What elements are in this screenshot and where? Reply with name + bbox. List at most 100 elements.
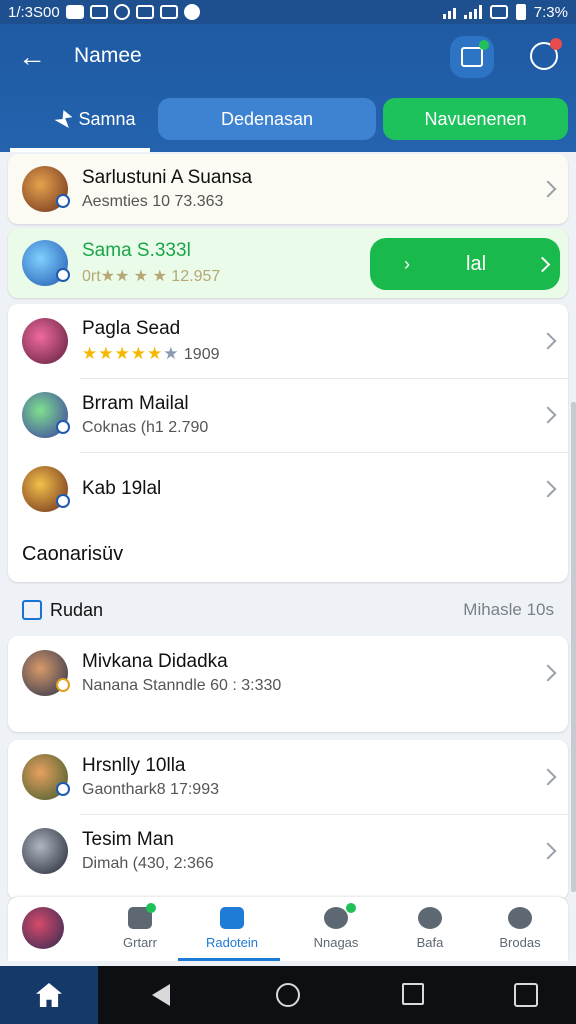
system-navigation-bar xyxy=(0,966,576,1024)
section-label: Rudan xyxy=(50,599,104,620)
back-button[interactable] xyxy=(152,984,176,1008)
list-item-text: Brram Mailal Coknas (h1 2.790 xyxy=(82,393,208,437)
list-item-name: Pagla Sead xyxy=(82,318,181,339)
list-item[interactable]: Sarlustuni A Suansa Aesmties 10 73.363 xyxy=(8,154,568,224)
blocked-notification-icon xyxy=(113,4,130,20)
list-group: Mivkana Didadka Nanana Stanndle 60 : 3:3… xyxy=(8,636,568,732)
list-item-sub: 0rt★★ ★ ★ 12.957 xyxy=(82,266,220,286)
list-item-name: Sarlustuni A Suansa xyxy=(82,167,253,188)
list-item-sub: Gaonthark8 17:993 xyxy=(82,781,219,798)
list-item-name: Sama S.333l xyxy=(82,240,191,261)
status-dot-green xyxy=(479,40,489,50)
list-item-sub: Nanana Stanndle 60 : 3:330 xyxy=(82,677,282,694)
list-item-name: Hrsnlly 10lla xyxy=(82,755,186,776)
status-bar: 1/:3S00 7:3% xyxy=(0,0,576,24)
tab-label: Dedenasan xyxy=(220,108,314,129)
tab-label: Samna xyxy=(78,108,136,129)
person-icon xyxy=(418,907,442,929)
list-item-text: Pagla Sead ★★★★★★ 1909 xyxy=(82,318,220,364)
list-item[interactable]: Brram Mailal Coknas (h1 2.790 xyxy=(8,378,568,452)
nav-item-nnagas[interactable]: Nnagas xyxy=(288,897,384,961)
chevron-right-icon xyxy=(539,180,557,198)
scrollbar[interactable] xyxy=(571,402,576,892)
photo-notification-icon xyxy=(89,5,108,19)
chevron-right-icon xyxy=(539,406,557,424)
list-item-sub: Dimah (430, 2:366 xyxy=(82,855,214,872)
wifi-icon xyxy=(442,5,456,19)
list-group: Pagla Sead ★★★★★★ 1909 Brram Mailal Cokn… xyxy=(8,304,568,582)
list-item-name: Mivkana Didadka xyxy=(82,651,228,672)
list-group: Hrsnlly 10lla Gaonthark8 17:993 Tesim Ma… xyxy=(8,740,568,897)
list-item-sub: Aesmties 10 73.363 xyxy=(82,193,224,210)
notification-badge xyxy=(550,38,562,50)
nav-label: Bafa xyxy=(416,935,444,950)
assistant-button[interactable] xyxy=(514,983,538,1007)
list-item[interactable]: Tesim Man Dimah (430, 2:366 xyxy=(8,814,568,888)
rating-stars: ★★★★★★ xyxy=(82,344,180,363)
chat-notification-icon xyxy=(159,5,178,19)
tab-dedenasan[interactable]: Dedenasan xyxy=(158,98,376,140)
back-arrow-icon[interactable]: ← xyxy=(18,42,48,72)
home-button[interactable] xyxy=(0,966,98,1024)
page-title: Namee xyxy=(74,44,142,67)
list-item[interactable]: Mivkana Didadka Nanana Stanndle 60 : 3:3… xyxy=(8,636,568,710)
list-item[interactable]: Hrsnlly 10lla Gaonthark8 17:993 xyxy=(8,740,568,814)
assistant-notification-icon xyxy=(183,4,200,20)
status-time-left: 1/:3S00 xyxy=(8,3,60,21)
bottom-navigation: Grtarr Radotein Nnagas Bafa Brodas xyxy=(8,897,568,961)
avatar xyxy=(22,392,70,438)
home-circle-button[interactable] xyxy=(276,983,300,1007)
people-icon xyxy=(324,907,348,929)
list-item-name: Tesim Man xyxy=(82,829,174,850)
badge-icon xyxy=(56,420,70,434)
list-item-highlighted[interactable]: Sama S.333l 0rt★★ ★ ★ 12.957 › lal xyxy=(8,228,568,298)
action-pill-label: lal xyxy=(466,252,487,275)
nav-item-bafa[interactable]: Bafa xyxy=(382,897,478,961)
section-header: Rudan Mihasle 10s xyxy=(8,586,568,634)
status-left: 1/:3S00 xyxy=(8,4,200,21)
tab-navuenenen[interactable]: Navuenenen xyxy=(383,98,568,140)
badge-icon xyxy=(56,194,70,208)
notification-button[interactable] xyxy=(530,38,562,70)
list-item-sub: ★★★★★★ 1909 xyxy=(82,344,220,364)
lightning-icon xyxy=(54,110,73,128)
badge-icon xyxy=(56,268,70,282)
action-pill-button[interactable]: › lal xyxy=(370,238,560,290)
profile-avatar[interactable] xyxy=(22,907,64,949)
chevron-right-icon xyxy=(539,332,557,350)
avatar xyxy=(22,650,70,696)
list-item-sub: Coknas (h1 2.790 xyxy=(82,419,209,436)
edit-icon xyxy=(220,907,244,929)
section-meta: Mihasle 10s xyxy=(463,600,554,619)
content-list[interactable]: Sarlustuni A Suansa Aesmties 10 73.363 S… xyxy=(0,152,576,897)
list-item-name: Kab 19lal xyxy=(82,478,162,499)
avatar xyxy=(22,828,68,874)
nav-item-radotein[interactable]: Radotein xyxy=(184,897,280,961)
screen-icon xyxy=(489,5,508,19)
list-item-text: Mivkana Didadka Nanana Stanndle 60 : 3:3… xyxy=(82,651,281,695)
rating-value: 12.957 xyxy=(171,268,221,285)
list-item-name: Brram Mailal xyxy=(82,393,189,414)
battery-icon xyxy=(515,4,526,20)
avatar xyxy=(22,240,70,286)
list-item-text: Sarlustuni A Suansa Aesmties 10 73.363 xyxy=(82,167,252,211)
chevron-right-icon xyxy=(539,768,557,786)
chevron-right-icon xyxy=(539,842,557,860)
list-item[interactable]: Pagla Sead ★★★★★★ 1909 xyxy=(8,304,568,378)
home-icon xyxy=(36,983,62,1007)
group-icon xyxy=(508,907,532,929)
mail-notification-icon xyxy=(135,5,154,19)
list-item[interactable]: Kab 19lal xyxy=(8,452,568,526)
avatar xyxy=(22,466,70,512)
badge-icon xyxy=(56,678,70,692)
recents-button[interactable] xyxy=(402,983,424,1005)
nav-item-brodas[interactable]: Brodas xyxy=(472,897,568,961)
app-header: ← Namee Samna Dedenasan Navuenenen xyxy=(0,24,576,152)
list-item-text: Kab 19lal xyxy=(82,478,161,500)
status-dot-green xyxy=(146,903,156,913)
nav-label: Grtarr xyxy=(123,935,157,950)
store-header-button[interactable] xyxy=(450,36,494,78)
tab-samna[interactable]: Samna xyxy=(40,98,150,140)
nav-item-grtarr[interactable]: Grtarr xyxy=(92,897,188,961)
calendar-icon xyxy=(22,600,42,620)
